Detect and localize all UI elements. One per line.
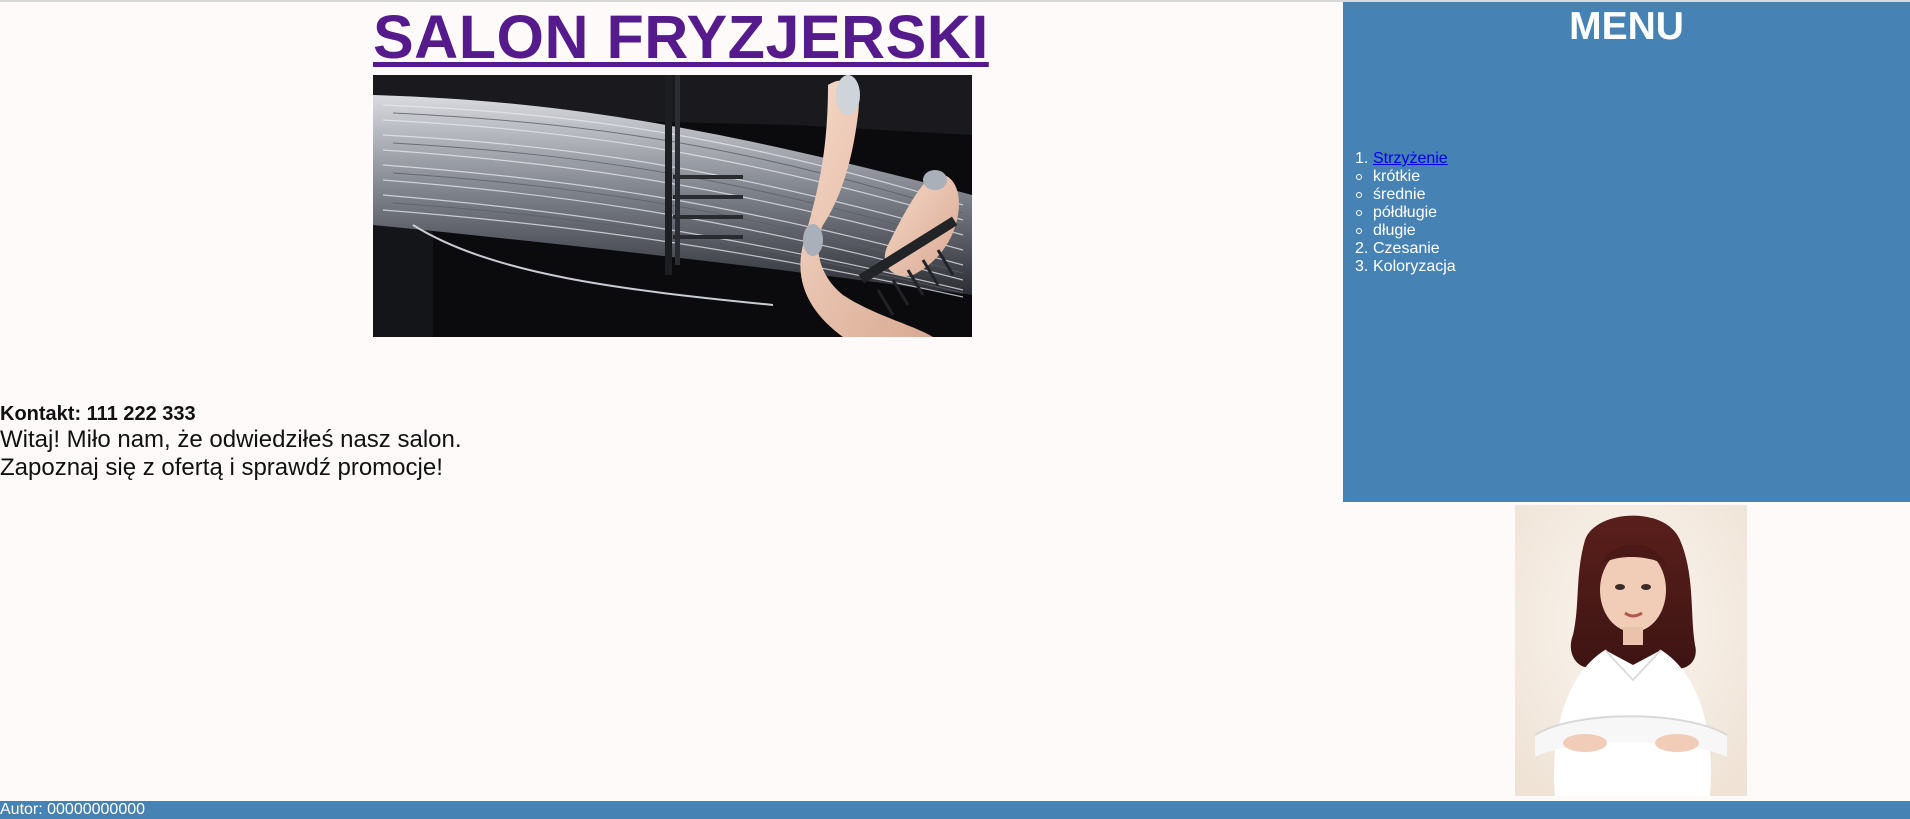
submenu-label: średnie — [1373, 186, 1426, 203]
welcome-line-2: Zapoznaj się z ofertą i sprawdź promocje… — [0, 454, 443, 481]
submenu-label: półdługie — [1373, 204, 1438, 221]
menu-list: 1. Strzyżenie krótkie średnie półdługie … — [1343, 150, 1456, 276]
site-title-link[interactable]: SALON FRYZJERSKI — [373, 4, 988, 70]
submenu-item-poldlugie: półdługie — [1343, 204, 1456, 222]
submenu-item-krotkie: krótkie — [1343, 168, 1456, 186]
circle-bullet-icon — [1356, 174, 1362, 180]
submenu-label: krótkie — [1373, 168, 1421, 185]
menu-item-strzyzenie[interactable]: 1. Strzyżenie — [1343, 150, 1456, 168]
circle-bullet-icon — [1356, 210, 1362, 216]
submenu-item-srednie: średnie — [1343, 186, 1456, 204]
menu-heading: MENU — [1569, 5, 1684, 48]
submenu-label: długie — [1373, 222, 1416, 239]
list-number-marker: 3. — [1355, 258, 1369, 275]
list-number-marker: 2. — [1355, 240, 1369, 257]
menu-item-koloryzacja: 3. Koloryzacja — [1343, 258, 1456, 276]
contact-phone: Kontakt: 111 222 333 — [0, 403, 196, 425]
hairdresser-portrait-image — [1515, 505, 1747, 796]
menu-item-czesanie: 2. Czesanie — [1343, 240, 1456, 258]
submenu-item-dlugie: długie — [1343, 222, 1456, 240]
list-number-marker: 1. — [1355, 150, 1369, 167]
main-content: SALON FRYZJERSKI Kontakt: 111 222 333 Wi… — [0, 2, 1343, 500]
menu-label: Czesanie — [1373, 240, 1440, 257]
circle-bullet-icon — [1356, 228, 1362, 234]
sidebar-menu: MENU 1. Strzyżenie krótkie średnie półdł… — [1343, 2, 1910, 502]
footer-author: Autor: 00000000000 — [0, 801, 1910, 819]
circle-bullet-icon — [1356, 192, 1362, 198]
welcome-line-1: Witaj! Miło nam, że odwiedziłeś nasz sal… — [0, 426, 462, 453]
welcome-text: Witaj! Miło nam, że odwiedziłeś nasz sal… — [0, 426, 462, 482]
hero-haircut-image — [373, 75, 972, 337]
menu-label: Koloryzacja — [1373, 258, 1456, 275]
menu-link-strzyzenie[interactable]: Strzyżenie — [1373, 150, 1448, 167]
